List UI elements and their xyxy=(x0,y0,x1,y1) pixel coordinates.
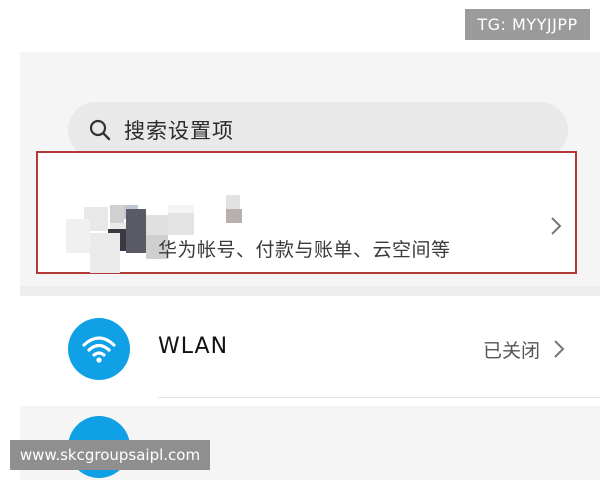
wlan-label: WLAN xyxy=(158,334,229,359)
watermark-top: TG: MYYJJPP xyxy=(465,9,590,40)
chevron-right-icon xyxy=(551,217,562,235)
search-placeholder: 搜索设置项 xyxy=(124,119,234,143)
account-card[interactable]: 华为帐号、付款与账单、云空间等 xyxy=(36,151,577,274)
row-divider xyxy=(158,397,600,398)
section-divider xyxy=(20,286,600,296)
chevron-right-icon xyxy=(554,340,565,358)
wlan-status: 已关闭 xyxy=(482,340,540,362)
settings-item-wlan[interactable]: WLAN 已关闭 xyxy=(20,296,600,406)
search-icon xyxy=(89,119,111,141)
wifi-icon xyxy=(68,318,130,380)
search-bar[interactable]: 搜索设置项 xyxy=(68,102,568,158)
account-subtitle: 华为帐号、付款与账单、云空间等 xyxy=(158,239,451,261)
watermark-bottom: www.skcgroupsaipl.com xyxy=(10,440,210,470)
